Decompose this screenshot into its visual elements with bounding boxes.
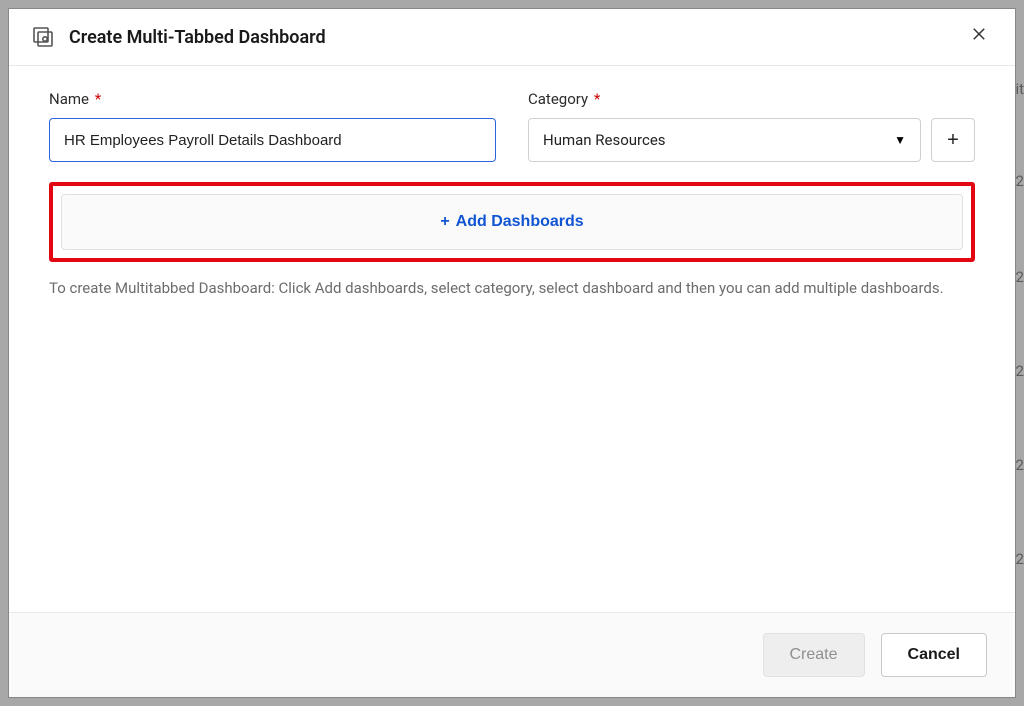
help-text: To create Multitabbed Dashboard: Click A…: [49, 276, 975, 300]
create-dashboard-modal: Create Multi-Tabbed Dashboard Name *: [8, 8, 1016, 698]
required-asterisk: *: [95, 90, 101, 108]
bg-fragment: it: [1015, 80, 1024, 98]
category-select[interactable]: Human Resources ▼: [528, 118, 921, 162]
add-dashboards-button[interactable]: + Add Dashboards: [61, 194, 963, 250]
form-row: Name * Category * Human Resources ▼: [49, 90, 975, 162]
category-label: Category *: [528, 90, 975, 108]
modal-body: Name * Category * Human Resources ▼: [9, 66, 1015, 612]
name-input[interactable]: [49, 118, 496, 162]
required-asterisk: *: [594, 90, 600, 108]
dashboard-stack-icon: [31, 25, 55, 49]
close-icon: [970, 25, 988, 49]
cancel-button[interactable]: Cancel: [881, 633, 987, 677]
category-label-text: Category: [528, 90, 588, 108]
add-dashboards-label: Add Dashboards: [456, 213, 584, 231]
name-label: Name *: [49, 90, 496, 108]
caret-down-icon: ▼: [894, 133, 906, 147]
category-select-row: Human Resources ▼ +: [528, 118, 975, 162]
name-label-text: Name: [49, 90, 89, 108]
category-field-group: Category * Human Resources ▼ +: [528, 90, 975, 162]
create-button[interactable]: Create: [763, 633, 865, 677]
plus-icon: +: [947, 129, 959, 152]
close-button[interactable]: [965, 23, 993, 51]
modal-title: Create Multi-Tabbed Dashboard: [69, 27, 965, 48]
add-category-button[interactable]: +: [931, 118, 975, 162]
name-field-group: Name *: [49, 90, 496, 162]
modal-header: Create Multi-Tabbed Dashboard: [9, 9, 1015, 66]
category-selected-value: Human Resources: [543, 131, 666, 149]
add-dashboards-highlight: + Add Dashboards: [49, 182, 975, 262]
plus-icon: +: [440, 213, 449, 231]
modal-footer: Create Cancel: [9, 612, 1015, 697]
